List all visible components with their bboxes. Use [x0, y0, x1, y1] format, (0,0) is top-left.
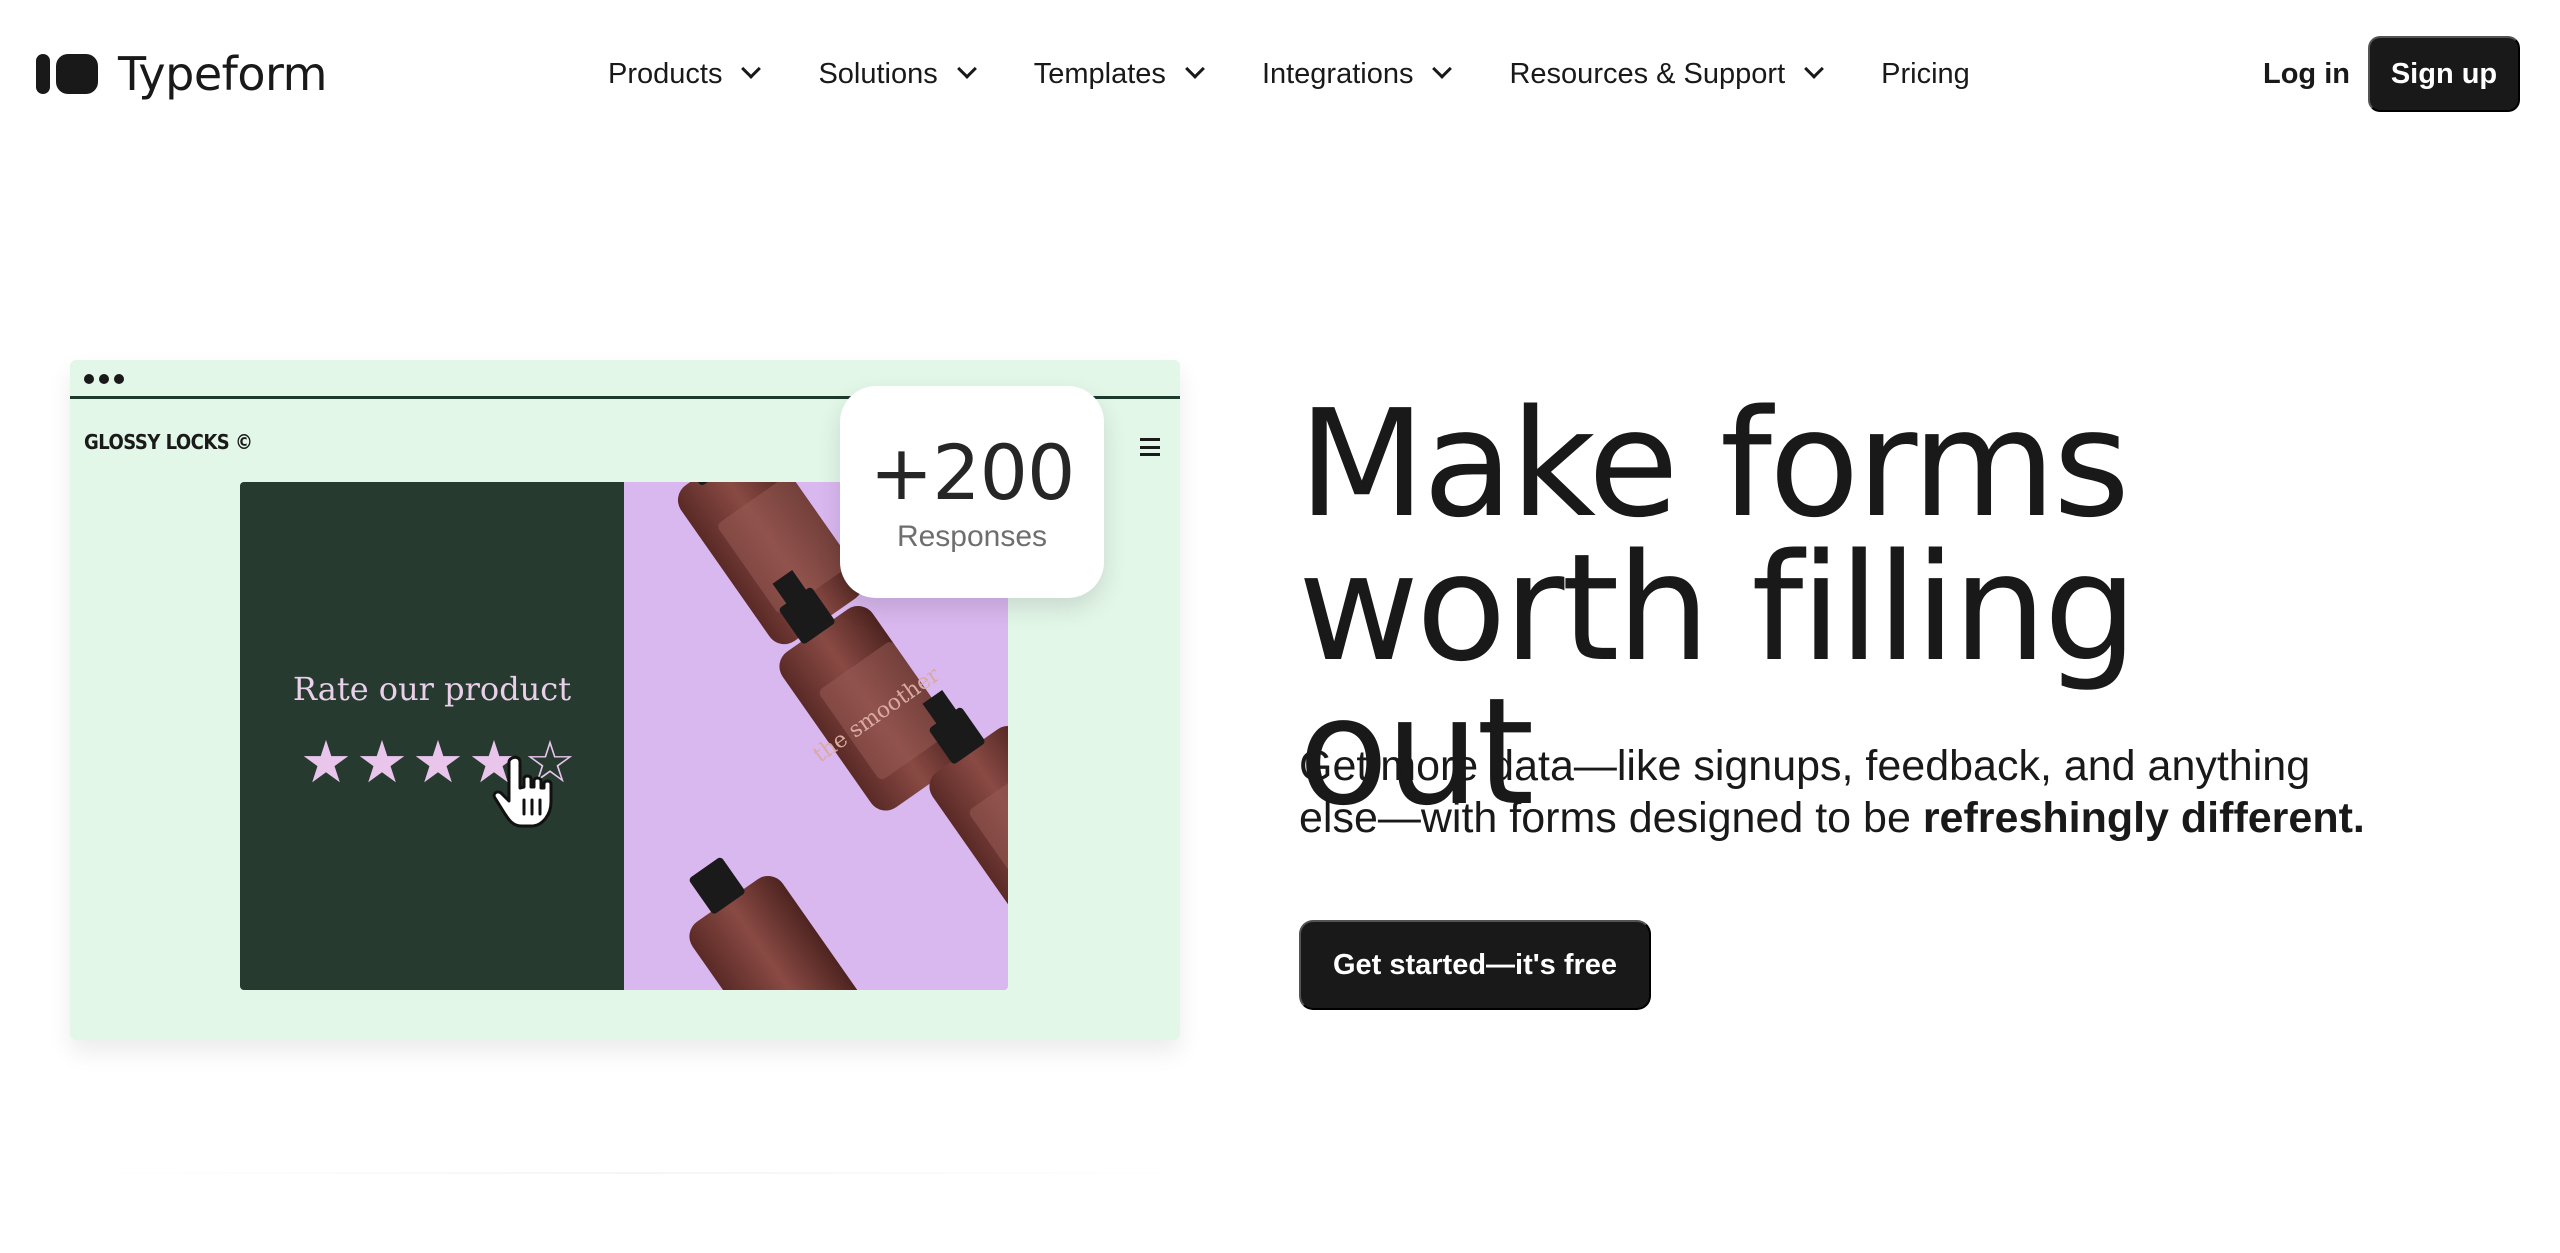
responses-badge: +200 Responses [840, 386, 1104, 598]
chevron-down-icon [1805, 62, 1821, 78]
menu-item-solutions[interactable]: Solutions [818, 58, 973, 91]
menu-item-label: Resources & Support [1509, 57, 1786, 90]
section-divider [90, 1172, 1190, 1174]
rating-question: Rate our product [292, 670, 572, 708]
typeform-logo-icon [36, 54, 98, 94]
logo-text: Typeform [118, 47, 327, 101]
menu-item-pricing[interactable]: Pricing [1881, 58, 1970, 91]
chevron-down-icon [958, 62, 974, 78]
chevron-down-icon [1433, 62, 1449, 78]
star-filled-icon: ★ [300, 730, 352, 795]
star-filled-icon: ★ [356, 730, 408, 795]
top-navigation: Typeform Products Solutions Templates In… [0, 0, 2560, 146]
hand-cursor-icon [492, 755, 553, 828]
login-link[interactable]: Log in [2263, 52, 2350, 96]
menu-item-resources-support[interactable]: Resources & Support [1509, 58, 1821, 91]
star-filled-icon: ★ [412, 730, 464, 795]
browser-dots-icon [84, 374, 124, 384]
menu-item-templates[interactable]: Templates [1034, 58, 1202, 91]
chevron-down-icon [1186, 62, 1202, 78]
menu-item-label: Templates [1033, 57, 1166, 90]
hero-subtext: Get more data—like signups, feedback, an… [1299, 740, 2399, 844]
menu-item-label: Pricing [1881, 57, 1970, 90]
brand-name: GLOSSY LOCKS © [84, 430, 253, 454]
main-menu: Products Solutions Templates Integration… [608, 52, 1970, 96]
responses-count: +200 [869, 428, 1076, 517]
menu-item-integrations[interactable]: Integrations [1262, 58, 1450, 91]
menu-item-label: Solutions [818, 57, 938, 90]
menu-item-label: Products [608, 57, 723, 90]
menu-item-products[interactable]: Products [608, 58, 758, 91]
get-started-button[interactable]: Get started—it's free [1299, 920, 1651, 1010]
rating-card: Rate our product ★ ★ ★ ★ ☆ [240, 482, 624, 990]
hero-media-preview: GLOSSY LOCKS © Rate our product ★ ★ ★ ★ … [70, 360, 1180, 1040]
responses-label: Responses [896, 520, 1048, 553]
hamburger-menu-icon [1140, 438, 1160, 456]
menu-item-label: Integrations [1261, 57, 1414, 90]
typeform-logo[interactable]: Typeform [36, 44, 327, 104]
subtext-emphasis: refreshingly different. [1922, 794, 2365, 842]
chevron-down-icon [742, 62, 758, 78]
signup-button[interactable]: Sign up [2368, 36, 2520, 112]
